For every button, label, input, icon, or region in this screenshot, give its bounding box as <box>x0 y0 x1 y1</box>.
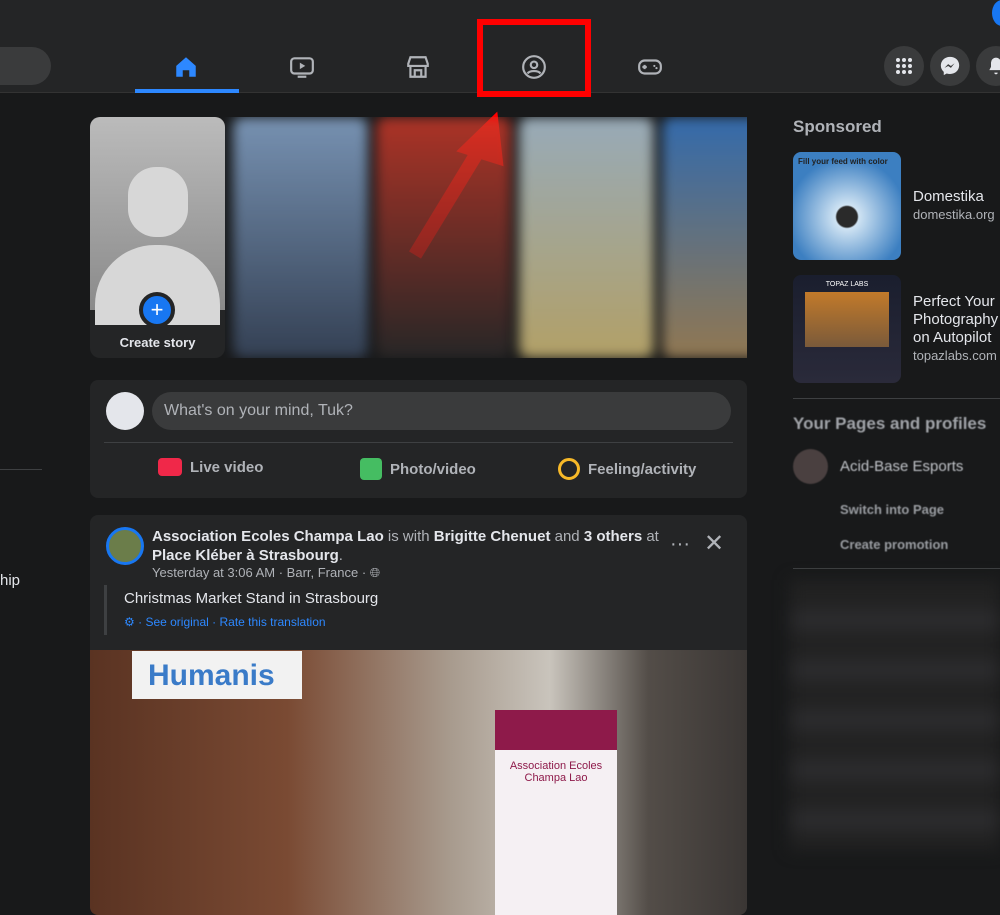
whats-on-your-mind-input[interactable]: What's on your mind, Tuk? <box>152 392 731 430</box>
divider <box>104 442 733 443</box>
globe-icon: 🌐︎ <box>369 565 381 580</box>
blurred-contacts <box>790 580 1000 850</box>
search-input[interactable] <box>0 47 51 85</box>
sidebar-item-partial[interactable]: hip <box>0 572 20 589</box>
create-promotion[interactable]: Create promotion <box>840 537 948 552</box>
divider <box>793 398 1000 399</box>
plus-icon: + <box>139 292 175 328</box>
home-icon <box>176 57 196 77</box>
story-card[interactable] <box>376 117 511 358</box>
watch-icon <box>290 57 314 78</box>
divider <box>793 568 1000 569</box>
smiley-icon <box>558 458 580 480</box>
feed-post: Association Ecoles Champa Lao is with Br… <box>90 515 747 915</box>
profile-placeholder <box>90 117 225 325</box>
ad-domestika[interactable]: Domestika domestika.org <box>913 188 995 224</box>
translation-links: ⚙ · See original · Rate this translation <box>124 615 326 629</box>
place-link[interactable]: Place Kléber à Strasbourg <box>152 547 339 564</box>
rate-translation-link[interactable]: Rate this translation <box>219 615 325 629</box>
account-avatar[interactable] <box>992 0 1000 26</box>
others-link[interactable]: 3 others <box>584 528 642 545</box>
menu-button[interactable] <box>884 46 924 86</box>
menu-grid-icon <box>896 58 912 74</box>
gear-icon: ⚙ <box>124 615 135 629</box>
close-icon[interactable]: ✕ <box>704 529 724 558</box>
notifications-icon <box>989 57 1000 75</box>
messenger-icon <box>940 56 960 76</box>
ad-image-domestika[interactable]: Fill your feed with color <box>793 152 901 260</box>
page-avatar[interactable] <box>106 527 144 565</box>
association-banner: Association Ecoles Champa Lao <box>495 710 617 915</box>
story-card[interactable] <box>662 117 747 358</box>
page-name[interactable]: Acid-Base Esports <box>840 458 963 475</box>
pages-heading: Your Pages and profiles <box>793 414 987 433</box>
highlight-box <box>477 19 591 97</box>
user-avatar[interactable] <box>106 392 144 430</box>
tab-home[interactable] <box>166 50 206 84</box>
feeling-activity-button[interactable]: Feeling/activity <box>558 458 696 480</box>
page-avatar[interactable] <box>793 449 828 484</box>
story-card[interactable] <box>233 117 368 358</box>
active-tab-indicator <box>135 89 239 93</box>
post-composer: What's on your mind, Tuk? Live video Pho… <box>90 380 747 498</box>
create-story-card[interactable]: + Create story <box>90 117 225 358</box>
live-video-button[interactable]: Live video <box>158 458 263 476</box>
switch-into-page[interactable]: Switch into Page <box>840 502 944 517</box>
photo-video-button[interactable]: Photo/video <box>360 458 476 480</box>
tab-marketplace[interactable] <box>398 50 438 84</box>
live-video-icon <box>158 458 182 476</box>
gaming-icon <box>638 59 662 75</box>
tab-gaming[interactable] <box>630 50 670 84</box>
marketplace-icon <box>407 56 429 78</box>
messenger-button[interactable] <box>930 46 970 86</box>
post-photo[interactable]: Humanis Association Ecoles Champa Lao <box>90 650 747 915</box>
post-meta: Yesterday at 3:06 AM · Barr, France · 🌐︎ <box>152 565 381 580</box>
post-header: Association Ecoles Champa Lao is with Br… <box>152 528 659 564</box>
story-card[interactable] <box>519 117 654 358</box>
photo-icon <box>360 458 382 480</box>
tagged-link[interactable]: Brigitte Chenuet <box>434 528 551 545</box>
notifications-button[interactable] <box>976 46 1000 86</box>
create-story-label: Create story <box>119 335 196 350</box>
author-link[interactable]: Association Ecoles Champa Lao <box>152 528 384 545</box>
post-text: Christmas Market Stand in Strasbourg <box>124 590 379 607</box>
more-options-button[interactable]: ··· <box>670 533 690 556</box>
quote-bar <box>104 585 107 635</box>
sponsored-heading: Sponsored <box>793 117 882 136</box>
see-original-link[interactable]: See original <box>145 615 208 629</box>
ad-image-topaz[interactable]: TOPAZ LABS <box>793 275 901 383</box>
sidebar-divider <box>0 469 42 470</box>
humanis-sign: Humanis <box>132 651 302 699</box>
timestamp-link[interactable]: Yesterday at 3:06 AM <box>152 565 275 580</box>
tab-watch[interactable] <box>282 50 322 84</box>
ad-topaz[interactable]: Perfect Your Photography on Autopilot top… <box>913 293 1000 365</box>
